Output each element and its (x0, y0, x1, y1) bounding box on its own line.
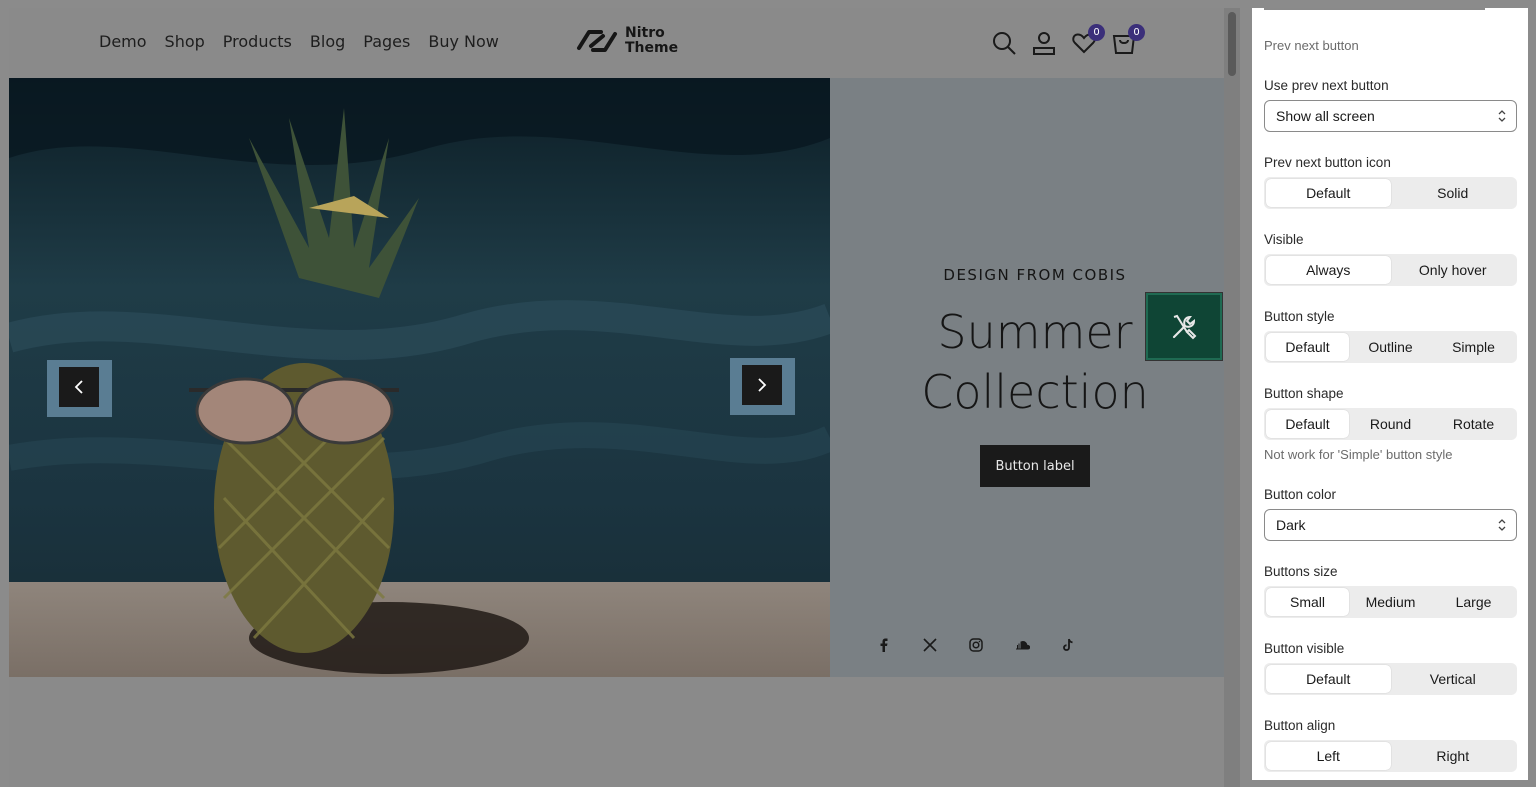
button-visible-default[interactable]: Default (1266, 665, 1391, 693)
button-align-left[interactable]: Left (1266, 742, 1391, 770)
prev-arrow-highlight (47, 360, 112, 417)
settings-panel: Prev next button Use prev next button Sh… (1252, 8, 1528, 780)
use-prev-next-select[interactable]: Show all screen (1264, 100, 1517, 132)
chevron-right-icon (758, 378, 767, 392)
x-icon[interactable] (922, 638, 938, 654)
prev-next-icon-default[interactable]: Default (1266, 179, 1391, 207)
prev-next-icon-toggle: Default Solid (1264, 177, 1517, 209)
soundcloud-icon[interactable] (1014, 638, 1031, 654)
button-align-toggle: Left Right (1264, 740, 1517, 772)
nav-blog[interactable]: Blog (310, 32, 345, 51)
button-style-simple[interactable]: Simple (1432, 333, 1515, 361)
site-header: Demo Shop Products Blog Pages Buy Now Ni… (9, 8, 1224, 78)
visible-always[interactable]: Always (1266, 256, 1391, 284)
button-visible-toggle: Default Vertical (1264, 663, 1517, 695)
visible-toggle: Always Only hover (1264, 254, 1517, 286)
prev-slide-button[interactable] (59, 367, 99, 407)
button-style-outline[interactable]: Outline (1349, 333, 1432, 361)
customize-tools-button[interactable] (1145, 292, 1223, 361)
button-style-toggle: Default Outline Simple (1264, 331, 1517, 363)
theme-preview: Demo Shop Products Blog Pages Buy Now Ni… (9, 8, 1224, 787)
logo-line-2: Theme (625, 40, 679, 56)
wishlist-count-badge: 0 (1088, 24, 1105, 41)
site-logo[interactable]: Nitro Theme (575, 26, 678, 56)
hero-eyebrow: DESIGN FROM COBIS (943, 266, 1127, 284)
button-color-value: Dark (1276, 517, 1306, 533)
button-align-right[interactable]: Right (1391, 742, 1516, 770)
instagram-icon[interactable] (968, 638, 984, 654)
button-color-select[interactable]: Dark (1264, 509, 1517, 541)
select-updown-icon (1498, 110, 1506, 122)
prev-next-icon-solid[interactable]: Solid (1391, 179, 1516, 207)
nav-products[interactable]: Products (223, 32, 292, 51)
hero-title-line-2: Collection (921, 365, 1149, 419)
button-style-default[interactable]: Default (1266, 333, 1349, 361)
pineapple-illustration (189, 108, 529, 674)
header-actions: 0 0 (991, 24, 1145, 56)
visible-label: Visible (1264, 232, 1304, 247)
preview-scrollbar[interactable] (1224, 8, 1240, 787)
section-title: Prev next button (1264, 38, 1359, 53)
chevron-left-icon (74, 380, 83, 394)
hero-content: DESIGN FROM COBIS Summer Collection Butt… (830, 78, 1224, 677)
social-links (876, 638, 1076, 654)
button-shape-round[interactable]: Round (1349, 410, 1432, 438)
logo-mark-icon (577, 30, 617, 52)
next-arrow-highlight (730, 358, 795, 415)
logo-line-1: Nitro (625, 25, 665, 41)
nav-demo[interactable]: Demo (99, 32, 147, 51)
hero-cta-button[interactable]: Button label (980, 445, 1090, 487)
select-updown-icon (1498, 519, 1506, 531)
visible-only-hover[interactable]: Only hover (1391, 256, 1516, 284)
button-visible-label: Button visible (1264, 641, 1345, 656)
next-slide-button[interactable] (742, 365, 782, 405)
logo-text: Nitro Theme (625, 26, 678, 56)
nav-pages[interactable]: Pages (363, 32, 410, 51)
tiktok-icon[interactable] (1060, 638, 1076, 654)
buttons-size-label: Buttons size (1264, 564, 1338, 579)
hero-slider: DESIGN FROM COBIS Summer Collection Butt… (9, 78, 1224, 677)
search-icon[interactable] (991, 30, 1017, 56)
button-shape-help: Not work for 'Simple' button style (1264, 447, 1453, 462)
button-align-label: Button align (1264, 718, 1336, 733)
tools-icon (1172, 314, 1197, 339)
main-nav: Demo Shop Products Blog Pages Buy Now (99, 32, 499, 51)
wishlist-icon[interactable]: 0 (1071, 24, 1105, 56)
button-shape-toggle: Default Round Rotate (1264, 408, 1517, 440)
button-shape-label: Button shape (1264, 386, 1344, 401)
cart-icon[interactable]: 0 (1111, 24, 1145, 56)
buttons-size-medium[interactable]: Medium (1349, 588, 1432, 616)
button-shape-default[interactable]: Default (1266, 410, 1349, 438)
panel-divider (1264, 8, 1485, 10)
button-color-label: Button color (1264, 487, 1337, 502)
buttons-size-toggle: Small Medium Large (1264, 586, 1517, 618)
cart-count-badge: 0 (1128, 24, 1145, 41)
button-style-label: Button style (1264, 309, 1335, 324)
button-shape-rotate[interactable]: Rotate (1432, 410, 1515, 438)
scrollbar-thumb[interactable] (1228, 12, 1236, 76)
use-prev-next-value: Show all screen (1276, 108, 1375, 124)
app-frame: Demo Shop Products Blog Pages Buy Now Ni… (0, 0, 1536, 787)
prev-next-icon-label: Prev next button icon (1264, 155, 1391, 170)
hero-image-pineapple (9, 78, 830, 677)
account-icon[interactable] (1031, 30, 1057, 56)
nav-buy-now[interactable]: Buy Now (428, 32, 499, 51)
button-visible-vertical[interactable]: Vertical (1391, 665, 1516, 693)
buttons-size-small[interactable]: Small (1266, 588, 1349, 616)
use-prev-next-label: Use prev next button (1264, 78, 1389, 93)
facebook-icon[interactable] (876, 638, 892, 654)
nav-shop[interactable]: Shop (165, 32, 205, 51)
buttons-size-large[interactable]: Large (1432, 588, 1515, 616)
